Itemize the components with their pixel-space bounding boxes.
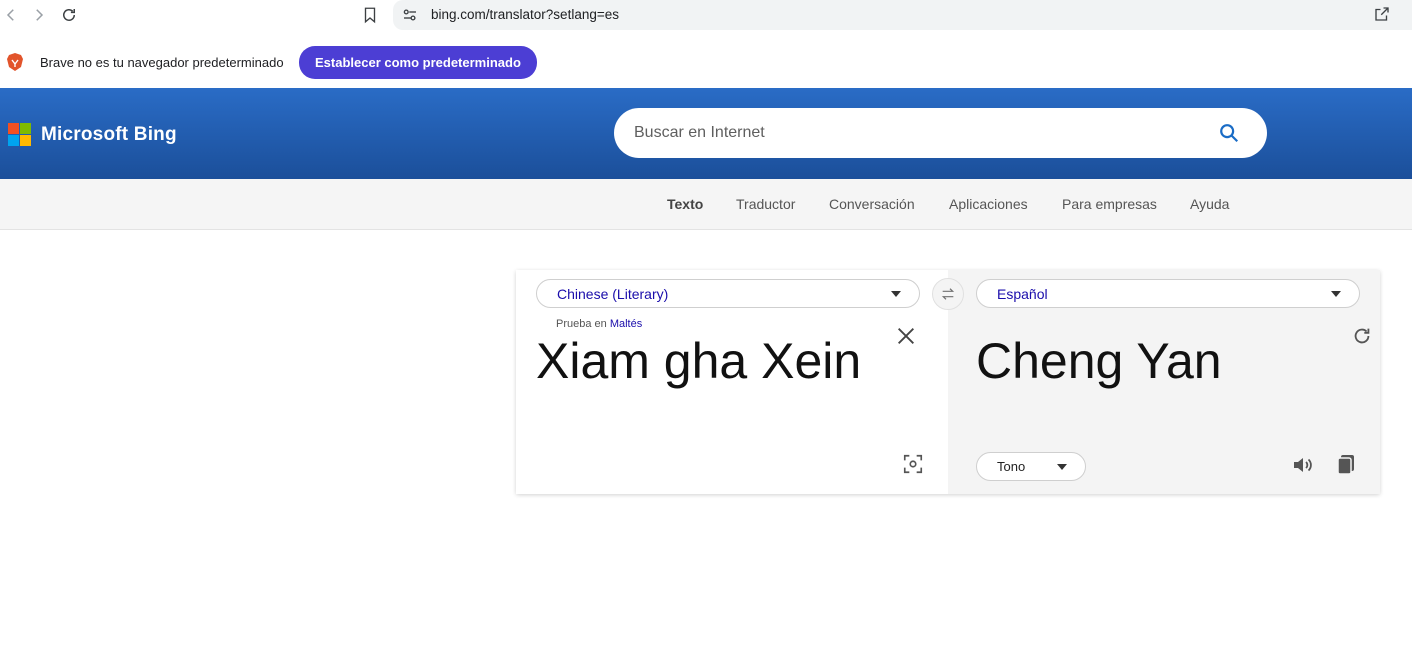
nav-item-conversacion[interactable]: Conversación <box>829 196 915 212</box>
chevron-down-icon <box>891 291 901 297</box>
site-settings-icon[interactable] <box>401 6 419 24</box>
source-text-input[interactable]: Xiam gha Xein <box>536 332 861 390</box>
nav-item-aplicaciones[interactable]: Aplicaciones <box>949 196 1028 212</box>
translator-nav: Texto Traductor Conversación Aplicacione… <box>0 179 1412 230</box>
bookmark-icon[interactable] <box>359 4 381 26</box>
share-icon[interactable] <box>1373 5 1393 25</box>
browser-toolbar: bing.com/translator?setlang=es <box>0 0 1412 32</box>
language-hint: Prueba en Maltés <box>556 318 642 330</box>
default-browser-notice: Brave no es tu navegador predeterminado … <box>0 36 1412 88</box>
target-language-select[interactable]: Español <box>976 279 1360 308</box>
notice-message: Brave no es tu navegador predeterminado <box>40 55 284 70</box>
source-language-select[interactable]: Chinese (Literary) <box>536 279 920 308</box>
copy-icon[interactable] <box>1335 453 1357 477</box>
source-pane: Chinese (Literary) Prueba en Maltés Xiam… <box>516 270 948 494</box>
tone-label: Tono <box>997 459 1026 474</box>
target-pane: Español Cheng Yan Tono <box>948 270 1380 494</box>
search-icon[interactable] <box>1218 122 1240 144</box>
close-icon[interactable] <box>895 325 917 347</box>
swap-languages-icon[interactable] <box>932 278 964 310</box>
nav-item-texto[interactable]: Texto <box>667 196 703 212</box>
bing-header: Microsoft Bing <box>0 88 1412 179</box>
microsoft-logo-icon[interactable] <box>8 123 31 146</box>
hint-prefix: Prueba en <box>556 318 607 330</box>
chevron-down-icon <box>1331 291 1341 297</box>
nav-item-para-empresas[interactable]: Para empresas <box>1062 196 1157 212</box>
address-bar[interactable]: bing.com/translator?setlang=es <box>393 0 1412 30</box>
reload-icon[interactable] <box>58 4 80 26</box>
set-default-button[interactable]: Establecer como predeterminado <box>299 46 537 79</box>
forward-icon[interactable] <box>28 4 50 26</box>
hint-language-link[interactable]: Maltés <box>610 318 642 330</box>
tone-select[interactable]: Tono <box>976 452 1086 481</box>
nav-item-ayuda[interactable]: Ayuda <box>1190 196 1229 212</box>
brand-title[interactable]: Microsoft Bing <box>41 124 177 146</box>
camera-scan-icon[interactable] <box>902 453 924 475</box>
translator-card: Chinese (Literary) Prueba en Maltés Xiam… <box>516 270 1380 494</box>
url-text[interactable]: bing.com/translator?setlang=es <box>431 7 619 22</box>
target-language-label: Español <box>997 286 1048 302</box>
back-icon[interactable] <box>0 4 22 26</box>
speaker-icon[interactable] <box>1291 453 1315 477</box>
search-input[interactable] <box>634 121 1194 145</box>
refresh-icon[interactable] <box>1351 325 1373 347</box>
search-box <box>614 108 1267 158</box>
translation-output: Cheng Yan <box>976 333 1222 389</box>
chevron-down-icon <box>1057 464 1067 470</box>
nav-item-traductor[interactable]: Traductor <box>736 196 795 212</box>
brave-lion-icon <box>6 52 24 72</box>
source-language-label: Chinese (Literary) <box>557 286 669 302</box>
